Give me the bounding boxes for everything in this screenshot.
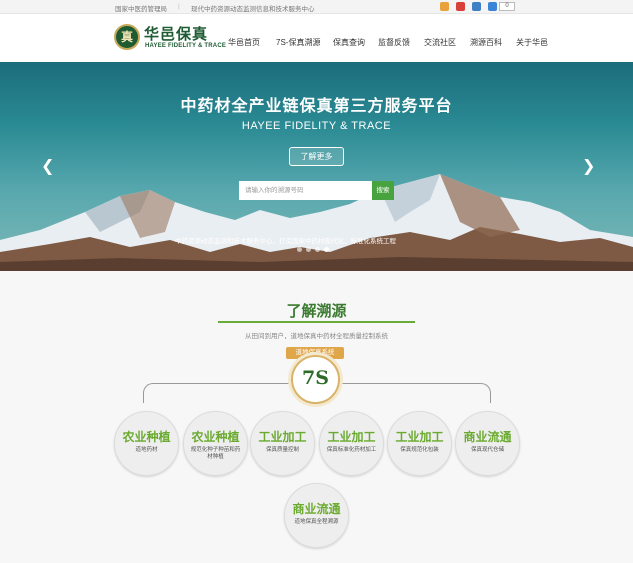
stage-circle[interactable]: 商业流通 道地保真全程溯源: [284, 483, 349, 548]
hero-subtitle: HAYEE FIDELITY & TRACE: [241, 120, 392, 132]
slide-dot[interactable]: [315, 247, 320, 252]
slide-dot-active[interactable]: [324, 247, 329, 252]
qq-icon[interactable]: [488, 2, 497, 11]
stage-desc: 道地药材: [135, 447, 158, 453]
stage-title: 工业加工: [395, 430, 444, 444]
chevron-right-icon[interactable]: ❯: [582, 156, 595, 176]
nav-item-query[interactable]: 保真查询: [333, 37, 365, 48]
stage-title: 农业种植: [122, 430, 171, 444]
stage-desc: 保真规范化包装: [400, 447, 439, 453]
nav-item-about[interactable]: 关于华邑: [516, 37, 548, 48]
stage-title: 商业流通: [292, 502, 341, 516]
7s-emblem-icon: 7S: [291, 355, 340, 404]
search-button[interactable]: 搜索: [372, 181, 394, 200]
brand-name[interactable]: 华邑保真: [144, 23, 208, 44]
hero-banner: 中药材全产业链保真第三方服务平台 HAYEE FIDELITY & TRACE …: [0, 62, 633, 271]
nav-item-wiki[interactable]: 溯源百科: [470, 37, 502, 48]
slide-dot[interactable]: [306, 247, 311, 252]
topbar-right-link[interactable]: 现代中药资源动态监测信息和技术服务中心: [191, 3, 315, 13]
weibo-icon[interactable]: [456, 2, 465, 11]
stage-desc: 保真标准化药材加工: [326, 447, 377, 453]
nav-item-community[interactable]: 交流社区: [424, 37, 456, 48]
home-icon[interactable]: [440, 2, 449, 11]
mail-icon[interactable]: [472, 2, 481, 11]
stage-desc: 保真现代仓储: [470, 447, 504, 453]
logo-icon[interactable]: 真: [114, 24, 140, 50]
share-counter: 0: [499, 2, 515, 11]
nav-item-feedback[interactable]: 监督反馈: [378, 37, 410, 48]
stage-circle[interactable]: 工业加工 保真规范化包装: [387, 411, 452, 476]
trace-section: 了解溯源 从田间到用户，道地保真中药材全程质量控制系统 道地保真系统 7S 农业…: [0, 271, 633, 563]
hero-caption: 中药资源动态监测和技术服务中心，打造国家中药材现代化、标准化系统工程: [175, 238, 396, 245]
brand-name-en: HAYEE FIDELITY & TRACE: [145, 43, 227, 49]
section-underline: [218, 321, 415, 323]
trace-search-input[interactable]: 请输入你的溯源号码: [239, 181, 372, 200]
stage-title: 工业加工: [258, 430, 307, 444]
section-subtitle: 从田间到用户，道地保真中药材全程质量控制系统: [245, 333, 388, 340]
stage-title: 商业流通: [463, 430, 512, 444]
stage-title: 农业种植: [191, 430, 240, 444]
topbar-icons: [440, 2, 497, 11]
stage-circle[interactable]: 农业种植 规范化种子种苗和药材种植: [183, 411, 248, 476]
topbar-left-link[interactable]: 国家中医药管理局: [115, 3, 167, 13]
hero-title: 中药材全产业链保真第三方服务平台: [180, 98, 453, 115]
section-title: 了解溯源: [286, 303, 347, 320]
stage-circle[interactable]: 商业流通 保真现代仓储: [455, 411, 520, 476]
stage-circle[interactable]: 农业种植 道地药材: [114, 411, 179, 476]
nav-item-home[interactable]: 华邑首页: [228, 37, 260, 48]
learn-more-button[interactable]: 了解更多: [289, 147, 344, 166]
stage-title: 工业加工: [327, 430, 376, 444]
slide-dot[interactable]: [297, 247, 302, 252]
emblem-text: 7S: [302, 367, 329, 389]
chevron-left-icon[interactable]: ❮: [41, 156, 54, 176]
topbar-divider: |: [178, 3, 180, 10]
top-bar: 国家中医药管理局 | 现代中药资源动态监测信息和技术服务中心 0: [0, 0, 633, 14]
stage-desc: 规范化种子种苗和药材种植: [190, 447, 241, 460]
stage-circle[interactable]: 工业加工 保真标准化药材加工: [319, 411, 384, 476]
stage-desc: 保真质量控制: [265, 447, 299, 453]
stage-desc: 道地保真全程溯源: [294, 519, 339, 525]
stage-circle[interactable]: 工业加工 保真质量控制: [250, 411, 315, 476]
header: 真 华邑保真 HAYEE FIDELITY & TRACE 华邑首页 7S-保真…: [0, 14, 633, 62]
nav-item-7s-trace[interactable]: 7S-保真溯源: [276, 37, 320, 48]
slide-indicators: [297, 247, 329, 252]
